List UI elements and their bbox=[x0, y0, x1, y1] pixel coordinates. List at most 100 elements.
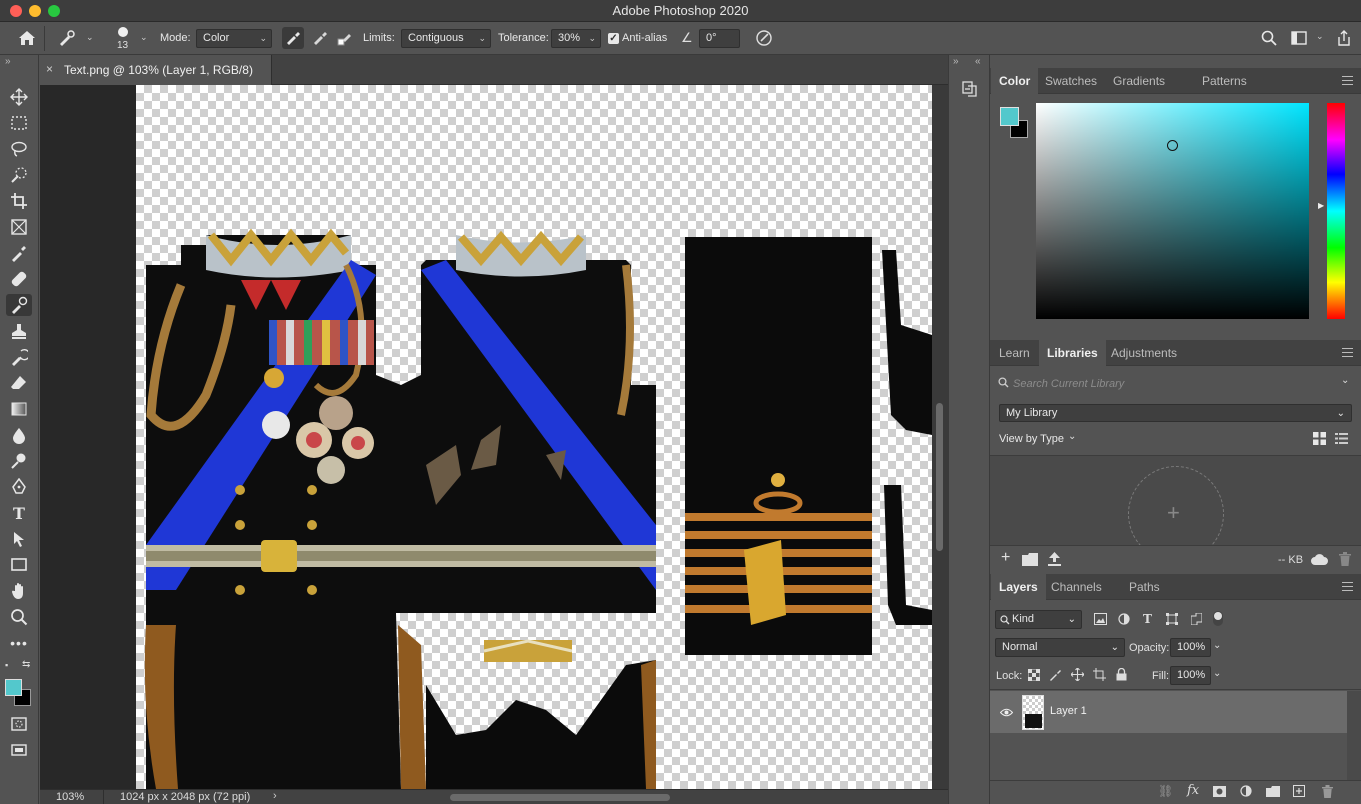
canvas-area[interactable] bbox=[40, 85, 932, 789]
crop-tool[interactable] bbox=[6, 190, 32, 212]
expand-panels-icon[interactable]: » bbox=[953, 56, 959, 67]
link-layers-icon[interactable]: ⛓ bbox=[1158, 784, 1173, 798]
filter-toggle-switch[interactable] bbox=[1213, 611, 1223, 626]
filter-type-layers-icon[interactable]: T bbox=[1143, 612, 1152, 626]
path-selection-tool[interactable] bbox=[6, 528, 32, 550]
lock-transparent-pixels-button[interactable] bbox=[1027, 668, 1041, 684]
layer-name[interactable]: Layer 1 bbox=[1050, 705, 1087, 717]
eraser-tool[interactable] bbox=[6, 372, 32, 394]
filter-adjustment-layers-button[interactable] bbox=[1118, 613, 1130, 628]
lasso-tool[interactable] bbox=[6, 138, 32, 160]
panel-menu-icon[interactable] bbox=[1342, 76, 1353, 85]
fill-chevron-icon[interactable]: ⌄ bbox=[1213, 668, 1221, 679]
default-colors-icon[interactable]: ▪ bbox=[5, 660, 8, 670]
tab-swatches[interactable]: Swatches bbox=[1037, 68, 1105, 94]
pressure-size-button[interactable] bbox=[753, 27, 775, 49]
clone-stamp-tool[interactable] bbox=[6, 320, 32, 342]
opacity-field[interactable]: 100% bbox=[1170, 638, 1211, 657]
gradient-tool[interactable] bbox=[6, 398, 32, 420]
lock-all-button[interactable] bbox=[1116, 667, 1127, 684]
dodge-tool[interactable] bbox=[6, 450, 32, 472]
angle-field[interactable]: 0° bbox=[699, 29, 740, 48]
document-canvas[interactable] bbox=[136, 85, 932, 789]
rectangle-tool[interactable] bbox=[6, 554, 32, 576]
layer-thumbnail[interactable] bbox=[1022, 695, 1044, 730]
mode-select[interactable]: Color ⌄ bbox=[196, 29, 272, 48]
grid-view-button[interactable] bbox=[1313, 432, 1326, 445]
minimize-window-button[interactable] bbox=[29, 5, 41, 17]
add-mask-button[interactable] bbox=[1213, 786, 1226, 800]
color-replacement-tool[interactable] bbox=[6, 294, 32, 316]
color-picker-marker[interactable] bbox=[1167, 140, 1178, 151]
opacity-chevron-icon[interactable]: ⌄ bbox=[1213, 640, 1221, 651]
status-menu-arrow-icon[interactable]: › bbox=[273, 790, 277, 802]
filter-shape-layers-button[interactable] bbox=[1166, 613, 1178, 628]
share-button[interactable] bbox=[1333, 27, 1355, 49]
layer-style-fx-icon[interactable]: fx bbox=[1187, 783, 1199, 798]
workspace-button[interactable] bbox=[1288, 27, 1310, 49]
delete-layer-button[interactable] bbox=[1322, 785, 1333, 801]
search-filter-chevron-icon[interactable]: ⌄ bbox=[1341, 375, 1349, 386]
color-panel-foreground-swatch[interactable] bbox=[1000, 107, 1019, 126]
quick-selection-tool[interactable] bbox=[6, 164, 32, 186]
layers-scrollbar[interactable] bbox=[1347, 691, 1361, 781]
tab-adjustments[interactable]: Adjustments bbox=[1103, 340, 1185, 366]
vertical-scroll-thumb[interactable] bbox=[936, 403, 943, 551]
collapse-panels-icon[interactable]: « bbox=[975, 56, 981, 67]
type-tool[interactable]: T bbox=[6, 502, 32, 524]
layer-filter-kind-select[interactable]: Kind ⌄ bbox=[995, 610, 1082, 629]
filter-pixel-layers-button[interactable] bbox=[1094, 613, 1107, 628]
layer-visibility-toggle[interactable] bbox=[999, 706, 1014, 720]
list-view-button[interactable] bbox=[1335, 432, 1348, 445]
eyedropper-tool[interactable] bbox=[6, 242, 32, 264]
horizontal-scroll-thumb[interactable] bbox=[450, 794, 670, 801]
add-content-icon[interactable]: + bbox=[1001, 549, 1010, 567]
foreground-color-swatch[interactable] bbox=[5, 679, 22, 696]
new-group-button[interactable] bbox=[1266, 786, 1280, 800]
blend-mode-select[interactable]: Normal ⌄ bbox=[995, 638, 1125, 657]
tab-gradients[interactable]: Gradients bbox=[1105, 68, 1173, 94]
edit-toolbar-button[interactable]: ••• bbox=[6, 632, 32, 654]
close-window-button[interactable] bbox=[10, 5, 22, 17]
brush-tip-icon[interactable] bbox=[118, 27, 128, 37]
sampling-background-swatch-button[interactable] bbox=[334, 27, 356, 49]
tolerance-field[interactable]: 30% ⌄ bbox=[551, 29, 601, 48]
tab-color[interactable]: Color bbox=[991, 68, 1039, 94]
upload-button[interactable] bbox=[1048, 552, 1061, 569]
anti-alias-checkbox[interactable]: ✓ bbox=[608, 33, 619, 44]
tab-layers[interactable]: Layers bbox=[991, 574, 1046, 600]
tab-libraries[interactable]: Libraries bbox=[1039, 340, 1106, 366]
vertical-scrollbar[interactable] bbox=[932, 85, 948, 789]
limits-select[interactable]: Contiguous ⌄ bbox=[401, 29, 491, 48]
sampling-continuous-button[interactable] bbox=[282, 27, 304, 49]
tab-paths[interactable]: Paths bbox=[1121, 574, 1168, 600]
panel-menu-icon[interactable] bbox=[1342, 348, 1353, 357]
filter-smart-objects-button[interactable] bbox=[1190, 612, 1203, 628]
blur-tool[interactable] bbox=[6, 424, 32, 446]
tab-patterns[interactable]: Patterns bbox=[1194, 68, 1255, 94]
cloud-sync-button[interactable] bbox=[1311, 554, 1328, 568]
view-by-chevron-icon[interactable]: ⌄ bbox=[1068, 431, 1076, 442]
hue-slider-handle-icon[interactable]: ▶ bbox=[1318, 201, 1324, 210]
panel-menu-icon[interactable] bbox=[1342, 582, 1353, 591]
collapse-toolbar-icon[interactable]: » bbox=[5, 56, 11, 67]
zoom-level[interactable]: 103% bbox=[56, 791, 84, 803]
close-document-icon[interactable]: × bbox=[46, 62, 53, 76]
new-layer-button[interactable] bbox=[1293, 785, 1305, 800]
layer-row[interactable]: Layer 1 bbox=[990, 691, 1347, 733]
library-select[interactable]: My Library ⌄ bbox=[999, 404, 1352, 422]
screen-mode-button[interactable] bbox=[6, 739, 32, 761]
lock-image-pixels-button[interactable] bbox=[1049, 669, 1061, 684]
document-tab[interactable]: × Text.png @ 103% (Layer 1, RGB/8) bbox=[40, 55, 272, 85]
swap-colors-icon[interactable]: ⇆ bbox=[22, 659, 30, 670]
hand-tool[interactable] bbox=[6, 580, 32, 602]
color-field[interactable] bbox=[1036, 103, 1309, 319]
new-library-button[interactable] bbox=[1022, 553, 1038, 569]
fill-field[interactable]: 100% bbox=[1170, 666, 1211, 685]
healing-brush-tool[interactable] bbox=[6, 268, 32, 290]
search-button[interactable] bbox=[1258, 27, 1280, 49]
tab-learn[interactable]: Learn bbox=[991, 340, 1038, 366]
library-search-input[interactable]: Search Current Library bbox=[1013, 378, 1124, 390]
zoom-tool[interactable] bbox=[6, 606, 32, 628]
lock-artboards-button[interactable] bbox=[1093, 668, 1106, 684]
